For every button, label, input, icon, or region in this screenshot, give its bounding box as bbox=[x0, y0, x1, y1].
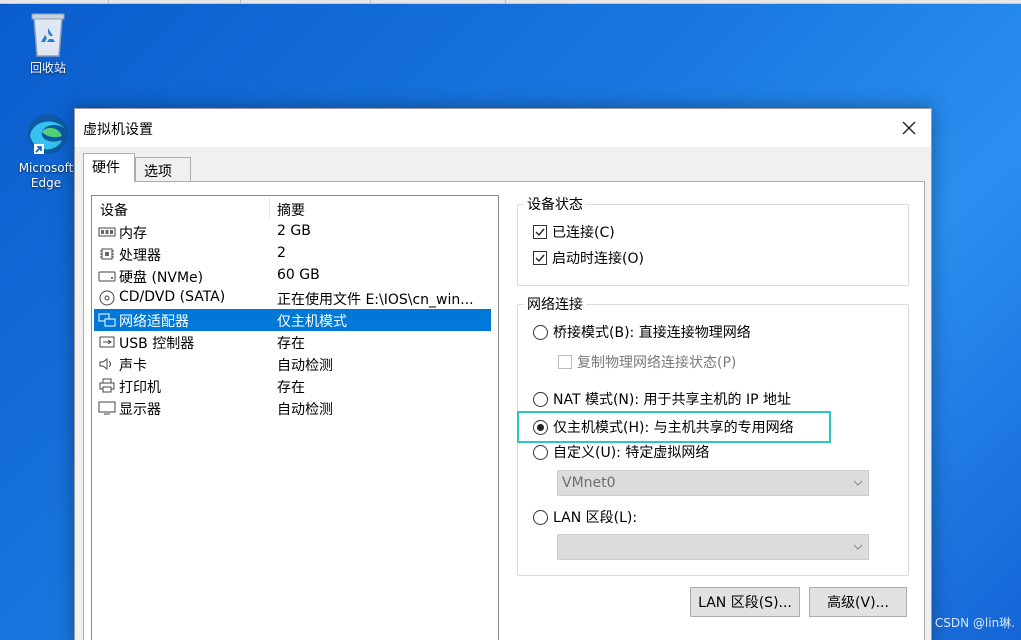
custom-network-value: VMnet0 bbox=[562, 475, 616, 491]
device-status-legend: 设备状态 bbox=[524, 194, 586, 214]
edge-icon bbox=[28, 114, 68, 154]
connect-on-start-label: 启动时连接(O) bbox=[552, 251, 644, 267]
speaker-icon bbox=[99, 358, 111, 370]
custom-network-select[interactable]: VMnet0 bbox=[557, 470, 869, 496]
close-button[interactable] bbox=[887, 109, 931, 147]
tab-options[interactable]: 选项 bbox=[135, 157, 191, 181]
recycle-bin-shortcut[interactable]: 回收站 bbox=[12, 10, 84, 77]
device-name: 处理器 bbox=[119, 248, 161, 264]
recycle-bin-label: 回收站 bbox=[29, 61, 66, 75]
recycle-bin-icon bbox=[31, 13, 65, 57]
chevron-down-icon bbox=[853, 480, 863, 486]
dialog-title: 虚拟机设置 bbox=[83, 122, 153, 138]
processor-icon bbox=[100, 248, 114, 260]
host-only-highlight-box bbox=[517, 411, 831, 443]
connected-label: 已连接(C) bbox=[552, 225, 615, 241]
device-row-display[interactable]: 显示器 自动检测 bbox=[94, 397, 491, 419]
device-name: USB 控制器 bbox=[119, 336, 195, 352]
device-summary: 正在使用文件 E:\IOS\cn_win... bbox=[277, 292, 474, 308]
device-row-memory[interactable]: 内存 2 GB bbox=[94, 221, 491, 243]
printer-icon bbox=[99, 378, 115, 393]
device-name: CD/DVD (SATA) bbox=[119, 289, 226, 305]
device-summary: 存在 bbox=[277, 336, 305, 352]
device-summary: 自动检测 bbox=[277, 402, 333, 418]
close-icon bbox=[902, 121, 916, 135]
lan-segment-select[interactable] bbox=[557, 534, 869, 560]
device-summary: 存在 bbox=[277, 380, 305, 396]
title-bar[interactable]: 虚拟机设置 bbox=[75, 109, 931, 147]
device-name: 打印机 bbox=[119, 380, 161, 396]
background-window-strip bbox=[0, 0, 1021, 4]
nat-radio[interactable]: NAT 模式(N): 用于共享主机的 IP 地址 bbox=[533, 389, 791, 409]
device-summary: 60 GB bbox=[277, 267, 320, 283]
device-row-processor[interactable]: 处理器 2 bbox=[94, 243, 491, 265]
device-row-usb[interactable]: USB 控制器 存在 bbox=[94, 331, 491, 353]
network-adapter-icon bbox=[98, 313, 116, 327]
device-row-sound-card[interactable]: 声卡 自动检测 bbox=[94, 353, 491, 375]
replicate-state-checkbox[interactable]: 复制物理网络连接状态(P) bbox=[558, 352, 736, 372]
custom-label: 自定义(U): 特定虚拟网络 bbox=[553, 445, 710, 461]
tab-hardware[interactable]: 硬件 bbox=[83, 153, 135, 182]
bridged-radio[interactable]: 桥接模式(B): 直接连接物理网络 bbox=[533, 322, 751, 342]
device-summary: 自动检测 bbox=[277, 358, 333, 374]
lan-segment-radio[interactable]: LAN 区段(L): bbox=[533, 507, 637, 527]
device-name: 硬盘 (NVMe) bbox=[119, 270, 204, 286]
device-row-network-adapter[interactable]: 网络适配器 仅主机模式 bbox=[94, 309, 491, 331]
nat-label: NAT 模式(N): 用于共享主机的 IP 地址 bbox=[553, 392, 791, 408]
hard-disk-icon bbox=[98, 271, 116, 282]
connect-on-start-checkbox[interactable]: 启动时连接(O) bbox=[533, 248, 644, 268]
check-icon bbox=[535, 228, 545, 237]
watermark: CSDN @lin琳. bbox=[934, 616, 1015, 630]
memory-icon bbox=[98, 227, 116, 237]
chevron-down-icon bbox=[853, 544, 863, 550]
device-row-cd-dvd[interactable]: CD/DVD (SATA) 正在使用文件 E:\IOS\cn_win... bbox=[94, 287, 491, 309]
device-status-group: 设备状态 已连接(C) 启动时连接(O) bbox=[517, 194, 909, 286]
replicate-state-label: 复制物理网络连接状态(P) bbox=[577, 355, 737, 371]
custom-radio[interactable]: 自定义(U): 特定虚拟网络 bbox=[533, 442, 709, 462]
advanced-button[interactable]: 高级(V)... bbox=[809, 587, 907, 617]
lan-segments-button[interactable]: LAN 区段(S)... bbox=[690, 587, 800, 617]
device-summary: 仅主机模式 bbox=[277, 314, 347, 330]
usb-icon bbox=[99, 336, 115, 348]
device-list-header: 设备 摘要 bbox=[92, 196, 498, 220]
bridged-label: 桥接模式(B): 直接连接物理网络 bbox=[553, 325, 751, 341]
lan-segment-label: LAN 区段(L): bbox=[553, 510, 638, 526]
device-name: 内存 bbox=[119, 226, 147, 242]
device-list[interactable]: 设备 摘要 内存 2 GB 处理器 2 硬盘 (NVMe) 60 GB CD/D… bbox=[91, 195, 499, 640]
network-connection-legend: 网络连接 bbox=[524, 294, 586, 314]
column-summary[interactable]: 摘要 bbox=[277, 200, 305, 220]
device-row-hard-disk[interactable]: 硬盘 (NVMe) 60 GB bbox=[94, 265, 491, 287]
device-name: 显示器 bbox=[119, 402, 161, 418]
device-name: 声卡 bbox=[119, 358, 147, 374]
display-icon bbox=[98, 401, 116, 415]
device-row-printer[interactable]: 打印机 存在 bbox=[94, 375, 491, 397]
connected-checkbox[interactable]: 已连接(C) bbox=[533, 222, 615, 242]
device-summary: 2 GB bbox=[277, 223, 311, 239]
device-name: 网络适配器 bbox=[119, 314, 189, 330]
device-summary: 2 bbox=[277, 245, 286, 261]
column-device[interactable]: 设备 bbox=[100, 200, 128, 220]
vm-settings-dialog: 虚拟机设置 硬件 选项 设备 摘要 内存 2 GB 处理器 2 硬盘 (NVMe… bbox=[74, 108, 932, 640]
check-icon bbox=[535, 254, 545, 263]
cd-dvd-icon bbox=[99, 290, 115, 306]
